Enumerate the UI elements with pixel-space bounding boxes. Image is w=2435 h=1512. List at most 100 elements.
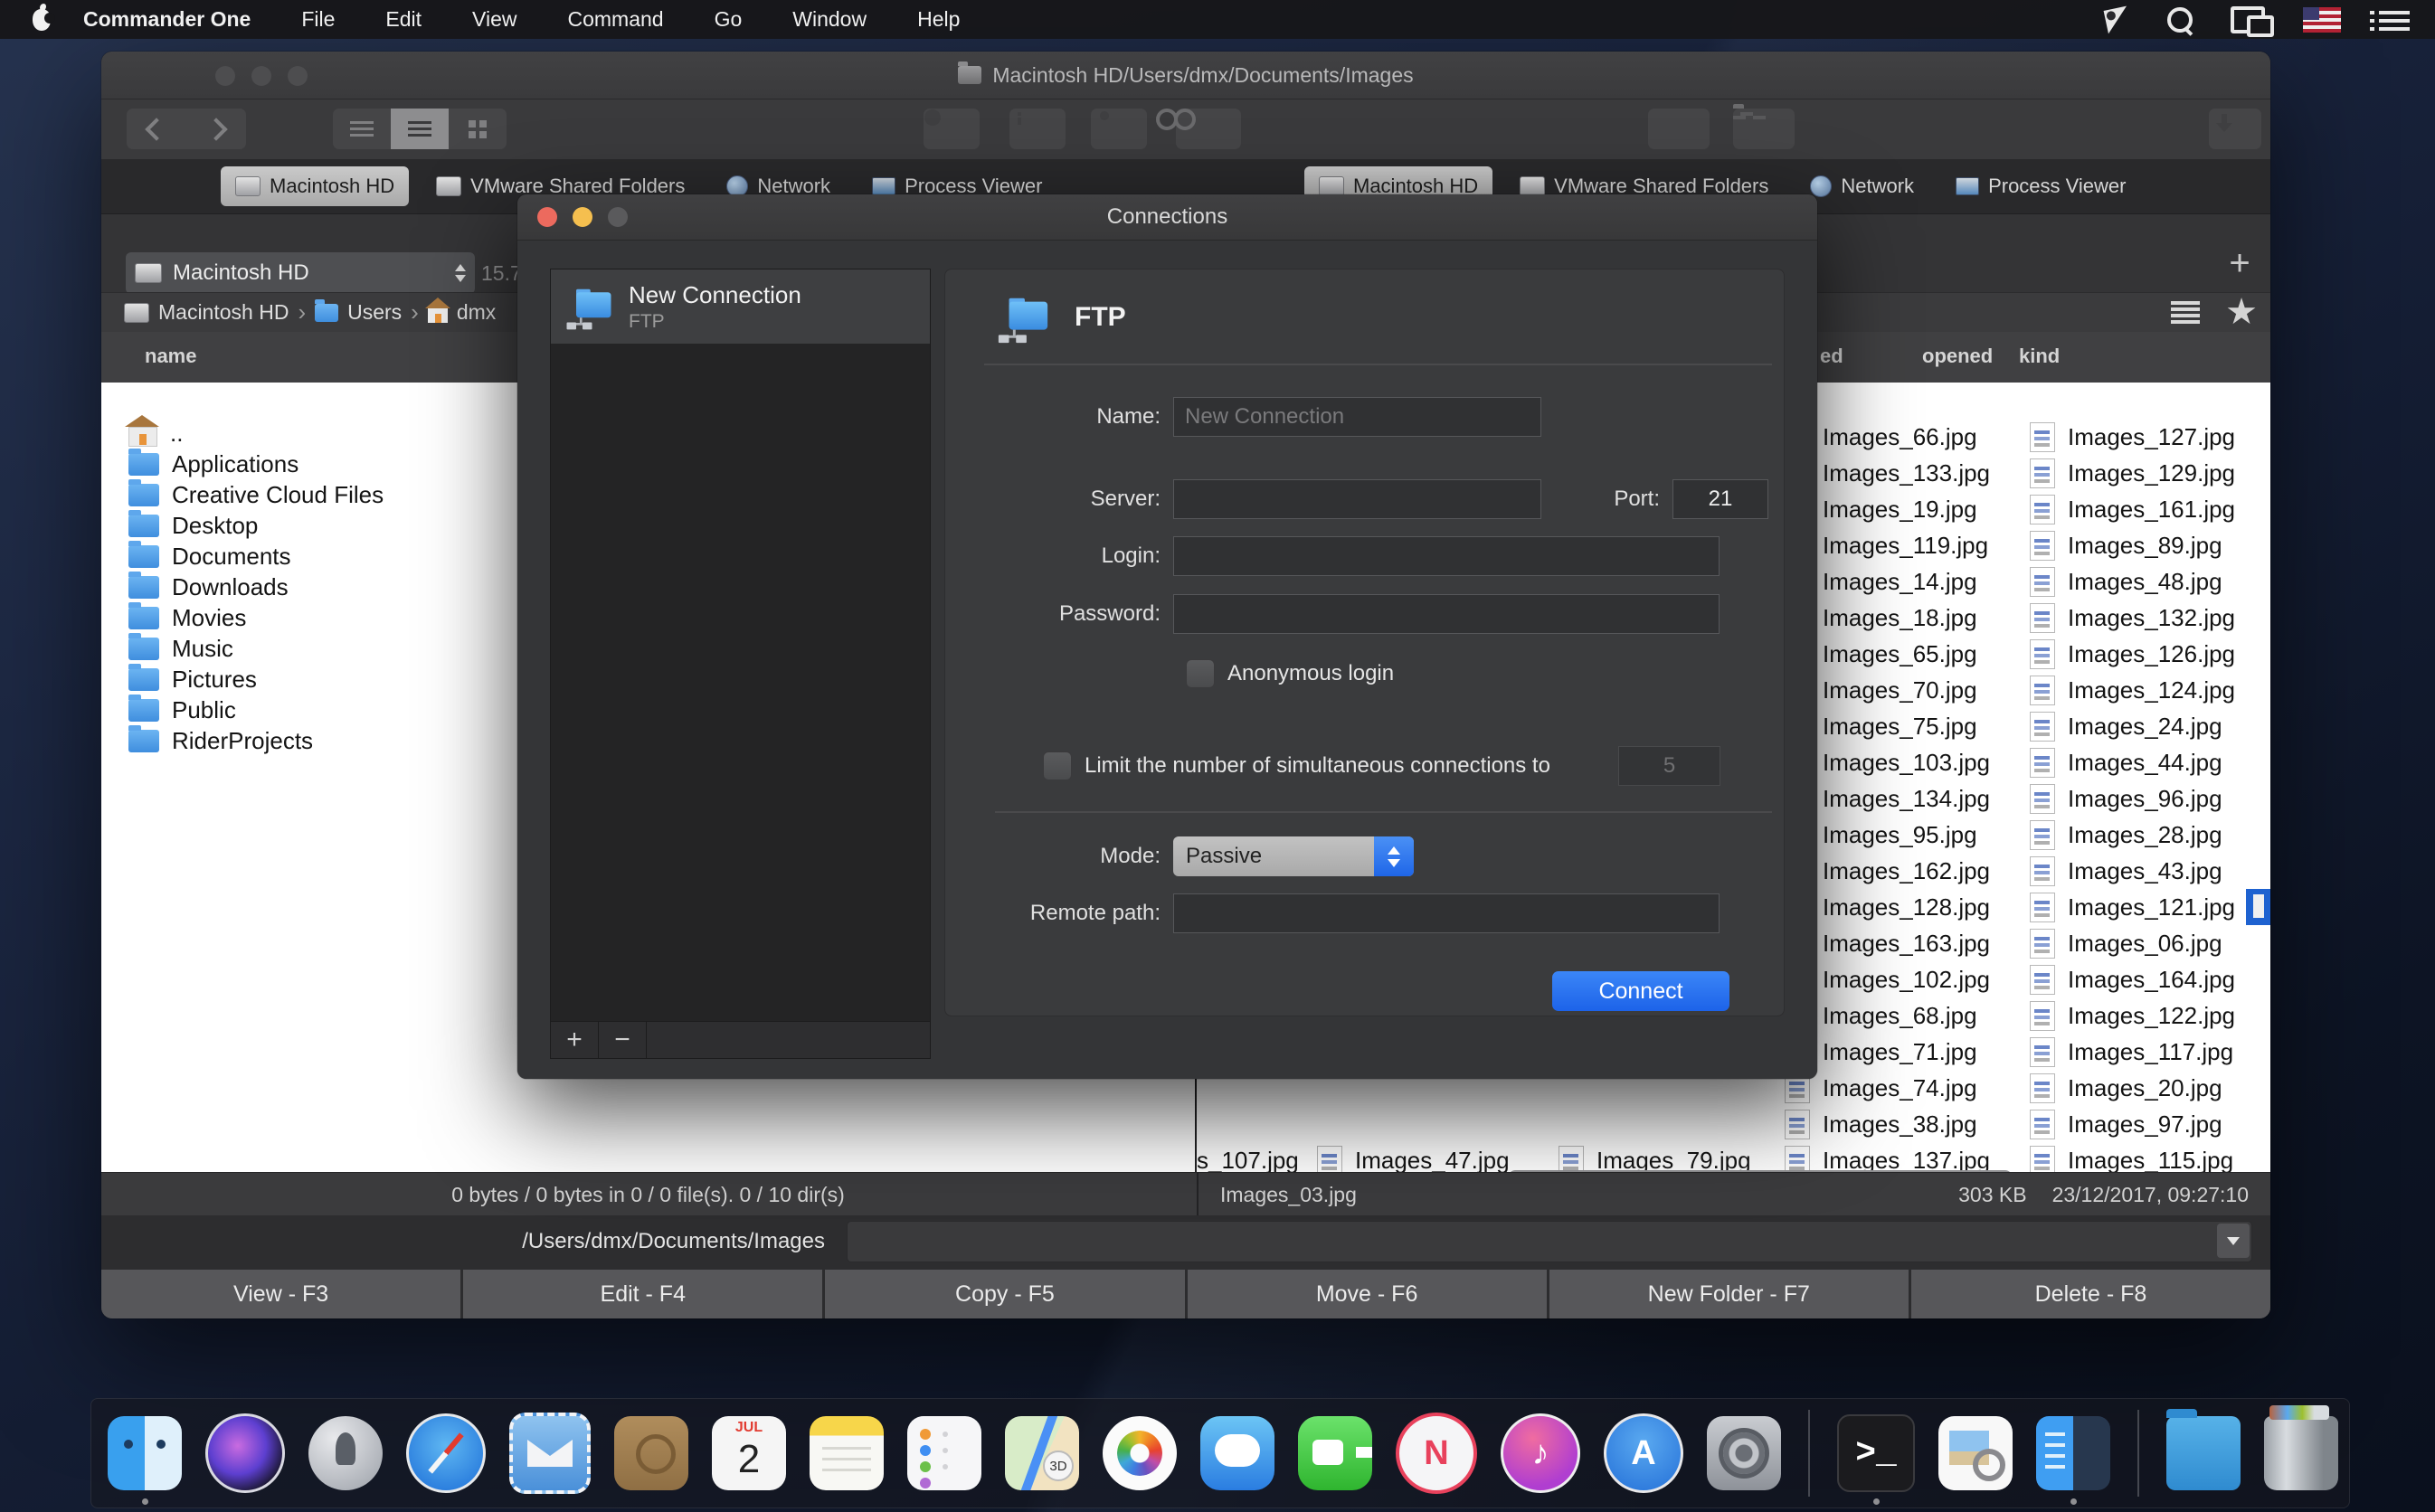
name-field[interactable]: New Connection — [1173, 397, 1541, 437]
view-list-icon[interactable] — [2171, 301, 2200, 305]
file-item[interactable]: Images_161.jpg — [2030, 491, 2235, 527]
file-item[interactable]: s_107.jpg — [1197, 1142, 1299, 1172]
menu-item[interactable]: Command — [567, 7, 663, 32]
dock-maps[interactable]: 3D — [1005, 1416, 1079, 1490]
command-line-input[interactable] — [847, 1221, 2252, 1262]
function-key-button[interactable]: Copy - F5 — [825, 1270, 1184, 1318]
dock-app-store[interactable]: A — [1604, 1413, 1683, 1493]
file-item[interactable]: Images_127.jpg — [2030, 419, 2235, 455]
file-item[interactable]: Images_43.jpg — [2030, 853, 2222, 889]
file-item[interactable]: Images_164.jpg — [2030, 961, 2235, 997]
dock-launchpad[interactable] — [308, 1416, 383, 1490]
file-item[interactable]: Images_129.jpg — [2030, 455, 2235, 491]
function-key-button[interactable]: Delete - F8 — [1911, 1270, 2270, 1318]
info-button[interactable] — [1009, 109, 1066, 149]
file-item[interactable]: Images_20.jpg — [2030, 1070, 2222, 1106]
file-item[interactable]: Images_121.jpg — [2030, 889, 2235, 925]
network-button[interactable] — [1733, 109, 1795, 149]
crumb-macintosh-hd[interactable]: Macintosh HD — [124, 298, 306, 326]
dialog-minimize-button[interactable] — [573, 207, 592, 227]
archive-button[interactable] — [1648, 109, 1710, 149]
tab-macintosh-hd[interactable]: Macintosh HD — [221, 166, 409, 206]
dock-notes[interactable] — [810, 1416, 884, 1490]
input-source-flag-icon[interactable] — [2303, 7, 2341, 33]
file-item[interactable]: Images_124.jpg — [2030, 672, 2235, 708]
dock-commander-one[interactable] — [2036, 1416, 2110, 1490]
download-queue-button[interactable] — [2209, 109, 2261, 149]
dock-safari[interactable] — [406, 1413, 486, 1493]
dock-itunes[interactable]: ♪ — [1501, 1413, 1580, 1493]
file-item[interactable]: Images_126.jpg — [2030, 636, 2235, 672]
file-item[interactable]: Images_89.jpg — [2030, 527, 2222, 563]
login-field[interactable] — [1173, 536, 1720, 576]
dock-facetime[interactable] — [1298, 1416, 1372, 1490]
column-header-ed[interactable]: ed — [1820, 345, 1843, 368]
dock-downloads[interactable] — [2166, 1416, 2241, 1490]
dock-divider[interactable] — [1808, 1410, 1810, 1497]
file-item[interactable]: Images_97.jpg — [2030, 1106, 2222, 1142]
file-item[interactable]: Images_117.jpg — [2030, 1034, 2233, 1070]
dock-photos[interactable] — [1103, 1416, 1177, 1490]
server-field[interactable] — [1173, 479, 1541, 519]
dock-messages[interactable] — [1200, 1416, 1274, 1490]
selected-file-partial[interactable] — [2246, 889, 2270, 925]
displays-icon[interactable] — [2231, 6, 2265, 33]
add-tab-button[interactable]: + — [2220, 243, 2260, 283]
function-key-button[interactable]: Move - F6 — [1188, 1270, 1547, 1318]
file-item[interactable]: Images_47.jpg — [1317, 1142, 1510, 1172]
file-item[interactable]: Images_79.jpg — [1559, 1142, 1751, 1172]
favorites-star-icon[interactable]: ★ — [2225, 293, 2258, 332]
dock-mail[interactable] — [509, 1413, 591, 1494]
list-menu-icon[interactable] — [2379, 11, 2410, 14]
file-item[interactable]: Images_115.jpg — [2030, 1142, 2233, 1172]
port-field[interactable]: 21 — [1672, 479, 1768, 519]
dock-siri[interactable] — [205, 1413, 285, 1493]
remote-path-field[interactable] — [1173, 893, 1720, 933]
tab-process-viewer[interactable]: Process Viewer — [1941, 166, 2140, 206]
dock-system-preferences[interactable] — [1707, 1416, 1781, 1490]
drive-selector[interactable]: Macintosh HD — [126, 252, 475, 294]
file-item[interactable]: Images_38.jpg — [1785, 1106, 1977, 1142]
connect-button[interactable]: Connect — [1552, 971, 1729, 1011]
menu-item[interactable]: View — [472, 7, 516, 32]
apple-menu-icon[interactable] — [33, 9, 51, 31]
menu-item[interactable]: File — [301, 7, 335, 32]
column-header-opened[interactable]: opened — [1922, 345, 1993, 368]
menu-item[interactable]: Help — [917, 7, 960, 32]
dock-news[interactable]: N — [1396, 1413, 1477, 1494]
file-item[interactable]: Images_96.jpg — [2030, 780, 2222, 817]
dock-trash[interactable] — [2264, 1416, 2338, 1490]
dock-calendar[interactable]: JUL 2 — [712, 1416, 786, 1490]
dock-divider[interactable] — [2137, 1410, 2139, 1497]
file-item[interactable]: Images_24.jpg — [2030, 708, 2222, 744]
history-dropdown-button[interactable] — [2217, 1224, 2250, 1258]
file-item[interactable]: Images_44.jpg — [2030, 744, 2222, 780]
function-key-button[interactable]: View - F3 — [101, 1270, 460, 1318]
function-key-button[interactable]: Edit - F4 — [463, 1270, 822, 1318]
app-menu-title[interactable]: Commander One — [83, 7, 251, 32]
limit-value-field[interactable]: 5 — [1618, 746, 1720, 786]
add-connection-button[interactable]: + — [551, 1022, 599, 1058]
thumbs-view-button[interactable] — [449, 109, 507, 149]
forward-button[interactable] — [186, 109, 246, 149]
dock-reminders[interactable] — [907, 1416, 981, 1490]
column-header-name[interactable]: name — [145, 345, 196, 368]
search-button[interactable] — [1176, 109, 1241, 149]
file-item[interactable]: Images_06.jpg — [2030, 925, 2222, 961]
hidden-files-toggle-button[interactable] — [924, 109, 980, 149]
crumb-dmx[interactable]: dmx — [428, 300, 496, 325]
brief-view-button[interactable] — [391, 109, 449, 149]
remove-connection-button[interactable]: − — [599, 1022, 647, 1058]
dock-contacts[interactable] — [614, 1416, 688, 1490]
anonymous-login-checkbox[interactable] — [1186, 659, 1215, 688]
file-item[interactable]: Images_28.jpg — [2030, 817, 2222, 853]
column-header-kind[interactable]: kind — [2019, 345, 2060, 368]
password-field[interactable] — [1173, 594, 1720, 634]
file-item[interactable]: Images_122.jpg — [2030, 997, 2235, 1034]
file-item[interactable]: Images_137.jpg — [1785, 1142, 1990, 1172]
file-item[interactable]: Images_132.jpg — [2030, 600, 2235, 636]
dock-terminal[interactable]: >_ — [1837, 1414, 1915, 1492]
pointer-icon[interactable] — [2104, 5, 2132, 33]
spotlight-search-icon[interactable] — [2167, 7, 2193, 33]
back-button[interactable] — [127, 109, 186, 149]
